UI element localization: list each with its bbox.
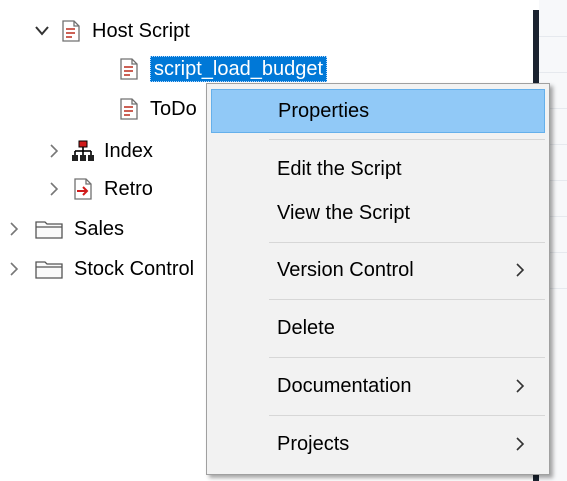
retro-arrow-icon bbox=[72, 177, 94, 201]
tree-item-retro[interactable]: Retro bbox=[46, 172, 153, 206]
tree-item-label: Sales bbox=[74, 218, 125, 240]
index-hierarchy-icon bbox=[72, 139, 94, 163]
chevron-right-icon[interactable] bbox=[46, 143, 62, 159]
menu-separator bbox=[269, 415, 545, 416]
chevron-down-icon[interactable] bbox=[34, 23, 50, 39]
menu-item-properties[interactable]: Properties bbox=[211, 89, 545, 133]
tree-item-label: Stock Control bbox=[74, 258, 195, 280]
script-doc-icon bbox=[118, 97, 140, 121]
script-doc-icon bbox=[60, 19, 82, 43]
tree-view-window: Host Script script_load_budget ToDo Inde… bbox=[0, 0, 567, 481]
folder-icon bbox=[34, 257, 64, 281]
tree-item-sales[interactable]: Sales bbox=[6, 212, 124, 246]
script-doc-icon bbox=[118, 57, 140, 81]
menu-item-edit-script[interactable]: Edit the Script bbox=[211, 147, 545, 191]
menu-item-label: Projects bbox=[277, 433, 350, 455]
chevron-right-icon[interactable] bbox=[6, 221, 22, 237]
menu-item-view-script[interactable]: View the Script bbox=[211, 191, 545, 235]
tree-item-label: script_load_budget bbox=[150, 56, 328, 82]
tree-item-host-script[interactable]: Host Script bbox=[34, 14, 190, 48]
submenu-arrow-icon bbox=[516, 263, 525, 277]
submenu-arrow-icon bbox=[516, 437, 525, 451]
tree-item-label: Retro bbox=[104, 178, 153, 200]
menu-item-projects[interactable]: Projects bbox=[211, 422, 545, 466]
chevron-right-icon[interactable] bbox=[6, 261, 22, 277]
tree-item-label: Host Script bbox=[92, 20, 190, 42]
menu-separator bbox=[269, 242, 545, 243]
tree-item-label: ToDo bbox=[150, 98, 197, 120]
folder-icon bbox=[34, 217, 64, 241]
tree-item-todo[interactable]: ToDo bbox=[118, 92, 197, 126]
chevron-right-icon[interactable] bbox=[46, 181, 62, 197]
menu-separator bbox=[269, 299, 545, 300]
menu-item-label: Properties bbox=[278, 100, 370, 122]
tree-item-label: Index bbox=[104, 140, 153, 162]
menu-item-label: Edit the Script bbox=[277, 158, 402, 180]
menu-item-label: Documentation bbox=[277, 375, 412, 397]
menu-item-version-control[interactable]: Version Control bbox=[211, 248, 545, 292]
tree-item-index[interactable]: Index bbox=[46, 134, 153, 168]
menu-item-label: Delete bbox=[277, 317, 335, 339]
menu-separator bbox=[269, 357, 545, 358]
menu-item-label: Version Control bbox=[277, 259, 414, 281]
tree-item-stock-control[interactable]: Stock Control bbox=[6, 252, 194, 286]
context-menu: Properties Edit the Script View the Scri… bbox=[206, 83, 550, 475]
menu-item-delete[interactable]: Delete bbox=[211, 306, 545, 350]
menu-separator bbox=[269, 139, 545, 140]
menu-item-documentation[interactable]: Documentation bbox=[211, 364, 545, 408]
submenu-arrow-icon bbox=[516, 379, 525, 393]
menu-item-label: View the Script bbox=[277, 202, 411, 224]
tree-item-script-load-budget[interactable]: script_load_budget bbox=[118, 52, 328, 86]
